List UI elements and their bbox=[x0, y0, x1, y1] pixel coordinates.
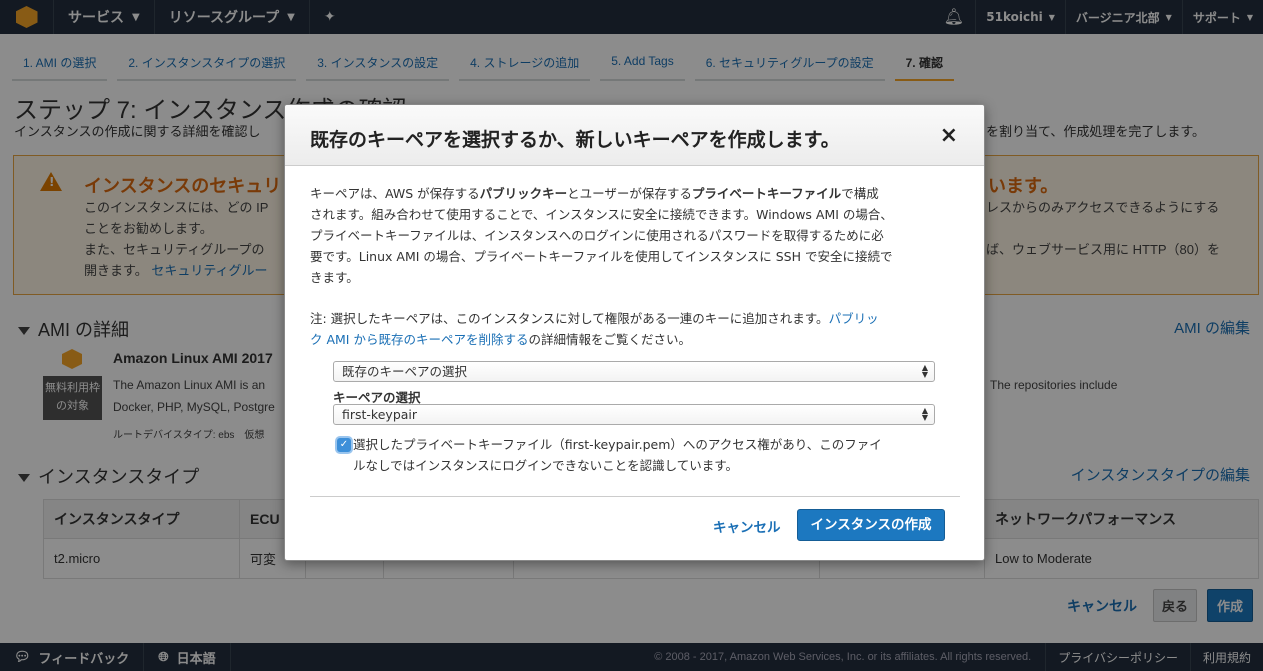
key-pair-dialog: 既存のキーペアを選択するか、新しいキーペアを作成します。 × キーペアは、AWS… bbox=[284, 104, 985, 561]
close-icon[interactable]: × bbox=[940, 123, 958, 148]
dialog-paragraph-1-line-2: されます。組み合わせて使用することで、インスタンスに安全に接続できます。Wind… bbox=[310, 207, 893, 222]
public-key-term: パブリックキー bbox=[479, 186, 568, 201]
text-span: で構成 bbox=[841, 186, 879, 201]
select-value: first-keypair bbox=[342, 407, 418, 422]
text-span: の詳細情報をご覧ください。 bbox=[528, 332, 691, 347]
dialog-paragraph-1-line-5: きます。 bbox=[310, 270, 359, 285]
dialog-cancel-button[interactable]: キャンセル bbox=[713, 516, 781, 536]
select-arrows-icon: ▲ ▼ bbox=[921, 363, 928, 379]
key-pair-option-select[interactable]: 既存のキーペアの選択 ▲ ▼ bbox=[333, 361, 935, 382]
dialog-paragraph-1-line-4: 要です。Linux AMI の場合、プライベートキーファイルを使用してインスタン… bbox=[310, 249, 893, 264]
acknowledge-text: 選択したプライベートキーファイル（first-keypair.pem）へのアクセ… bbox=[353, 434, 882, 476]
text-span: 注: 選択したキーペアは、このインスタンスに対して権限がある一連のキーに追加され… bbox=[310, 311, 829, 326]
text-span: とユーザーが保存する bbox=[567, 186, 692, 201]
dialog-header: 既存のキーペアを選択するか、新しいキーペアを作成します。 × bbox=[285, 105, 984, 166]
dialog-divider bbox=[310, 496, 960, 497]
dialog-title: 既存のキーペアを選択するか、新しいキーペアを作成します。 bbox=[310, 129, 840, 151]
key-pair-select[interactable]: first-keypair ▲ ▼ bbox=[333, 404, 935, 425]
select-value: 既存のキーペアの選択 bbox=[342, 364, 468, 379]
dialog-paragraph-2-line-2: ク AMI から既存のキーペアを削除するの詳細情報をご覧ください。 bbox=[310, 329, 960, 350]
dialog-body: キーペアは、AWS が保存するパブリックキーとユーザーが保存するプライベートキー… bbox=[310, 183, 960, 350]
launch-instances-button[interactable]: インスタンスの作成 bbox=[797, 509, 945, 541]
text-span: キーペアは、AWS が保存する bbox=[310, 186, 480, 201]
dialog-paragraph-1-line-1: キーペアは、AWS が保存するパブリックキーとユーザーが保存するプライベートキー… bbox=[310, 183, 960, 204]
select-arrows-icon: ▲ ▼ bbox=[921, 406, 928, 422]
remove-key-pair-link-cont[interactable]: ク AMI から既存のキーペアを削除する bbox=[310, 332, 528, 347]
acknowledge-line-2: ルなしではインスタンスにログインできないことを認識しています。 bbox=[353, 458, 739, 473]
remove-key-pair-link[interactable]: パブリッ bbox=[829, 311, 879, 326]
acknowledge-line-1: 選択したプライベートキーファイル（first-keypair.pem）へのアクセ… bbox=[353, 437, 882, 452]
acknowledge-checkbox[interactable]: ✓ bbox=[337, 438, 351, 452]
private-key-term: プライベートキーファイル bbox=[691, 186, 842, 201]
dialog-paragraph-2-line-1: 注: 選択したキーペアは、このインスタンスに対して権限がある一連のキーに追加され… bbox=[310, 308, 960, 329]
dialog-paragraph-1-line-3: プライベートキーファイルは、インスタンスへのログインに使用されるパスワードを取得… bbox=[310, 228, 884, 243]
